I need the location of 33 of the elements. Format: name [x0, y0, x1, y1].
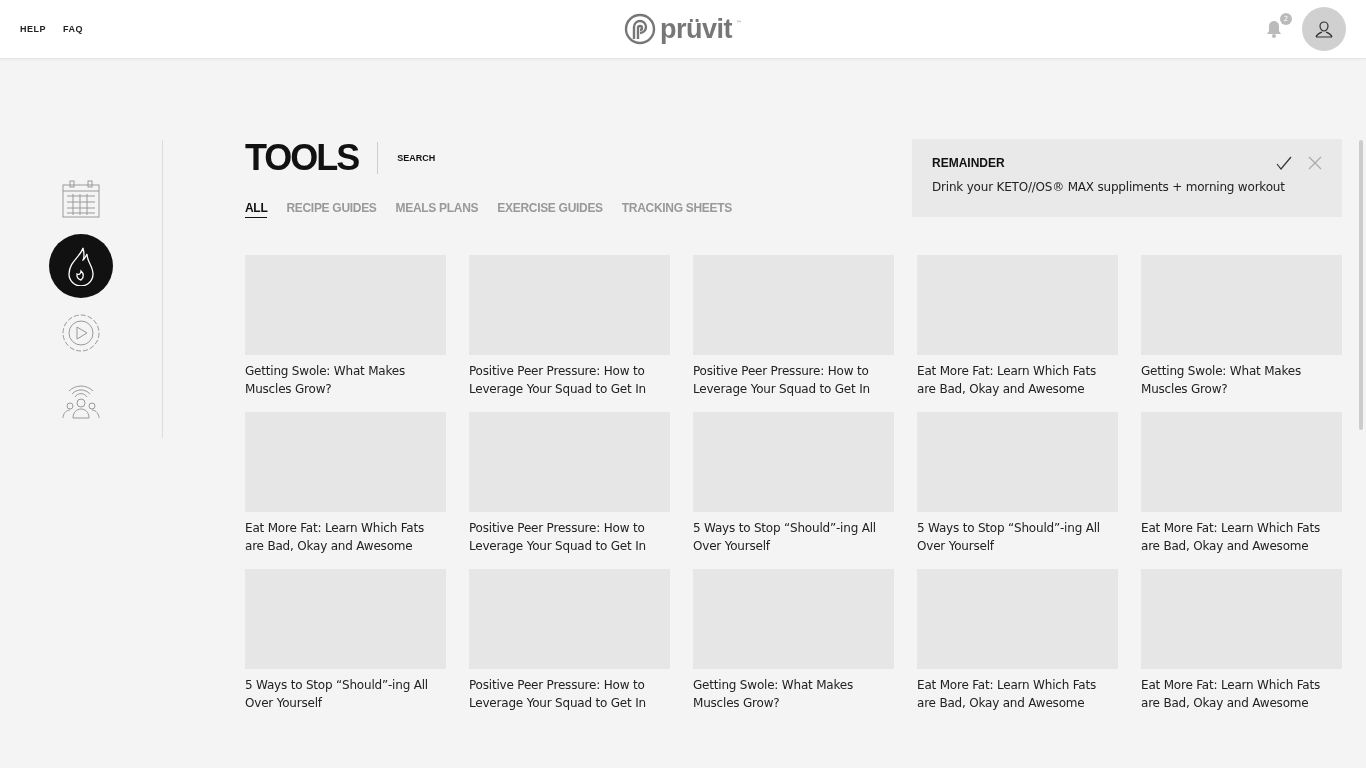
- article-title[interactable]: Eat More Fat: Learn Which Fats are Bad, Okay and Awesome: [1141, 676, 1342, 712]
- article-title[interactable]: Getting Swole: What Makes Muscles Grow?: [693, 676, 894, 712]
- article-title[interactable]: Positive Peer Pressure: How to Leverage Your Squad to Get In: [469, 362, 670, 398]
- article-title[interactable]: Eat More Fat: Learn Which Fats are Bad, Okay and Awesome: [917, 676, 1118, 712]
- close-icon[interactable]: [1308, 156, 1322, 170]
- scrollbar[interactable]: [1359, 140, 1363, 430]
- tab[interactable]: ALL: [245, 201, 268, 218]
- profile-button[interactable]: [1302, 7, 1346, 51]
- article-title[interactable]: 5 Ways to Stop “Should”-ing All Over Yourself: [917, 519, 1118, 555]
- play-icon[interactable]: [62, 314, 100, 352]
- logo-text: prüvit: [660, 14, 732, 44]
- reminder-title: REMAINDER: [932, 156, 1005, 170]
- fingerprint-logo-icon: [624, 13, 656, 45]
- article-title[interactable]: 5 Ways to Stop “Should”-ing All Over Yourself: [693, 519, 894, 555]
- article-title[interactable]: 5 Ways to Stop “Should”-ing All Over Yourself: [245, 676, 446, 712]
- article-title[interactable]: Eat More Fat: Learn Which Fats are Bad, Okay and Awesome: [917, 362, 1118, 398]
- article-title[interactable]: Positive Peer Pressure: How to Leverage Your Squad to Get In: [469, 676, 670, 712]
- flame-icon[interactable]: [67, 246, 95, 286]
- calendar-icon[interactable]: [62, 180, 100, 218]
- article-title[interactable]: Eat More Fat: Learn Which Fats are Bad, Okay and Awesome: [245, 519, 446, 555]
- article-title[interactable]: Positive Peer Pressure: How to Leverage Your Squad to Get In: [469, 519, 670, 555]
- article-title[interactable]: Getting Swole: What Makes Muscles Grow?: [245, 362, 446, 398]
- bell-icon[interactable]: [1266, 20, 1282, 38]
- article-title[interactable]: Getting Swole: What Makes Muscles Grow?: [1141, 362, 1342, 398]
- reminder-text: Drink your KETO//OS® MAX suppliments + morning workout: [932, 180, 1286, 194]
- nav-link[interactable]: FAQ: [63, 24, 84, 34]
- page-title: TOOLS: [245, 140, 359, 176]
- check-icon[interactable]: [1276, 156, 1292, 170]
- search-link[interactable]: SEARCH: [397, 153, 436, 163]
- nav-link[interactable]: HELP: [20, 24, 46, 34]
- article-title[interactable]: Eat More Fat: Learn Which Fats are Bad, Okay and Awesome: [1141, 519, 1342, 555]
- user-icon: [1314, 19, 1334, 39]
- article-title[interactable]: Positive Peer Pressure: How to Leverage Your Squad to Get In: [693, 362, 894, 398]
